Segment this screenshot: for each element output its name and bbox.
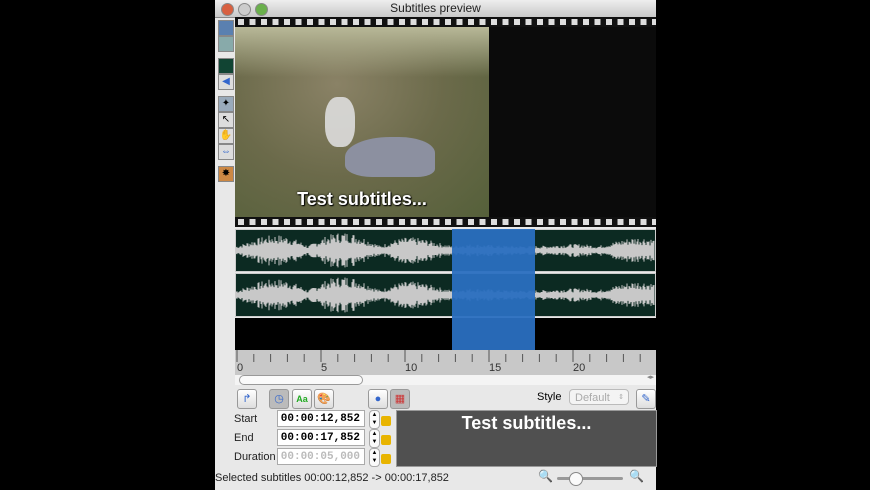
subtitles-preview-window: Subtitles preview ◀ ✦ ↖ ✋ ⇔ ✸ Test subti… (215, 0, 657, 490)
waveform-icon[interactable] (218, 58, 234, 74)
start-time-field[interactable]: 00:00:12,852 (277, 410, 365, 427)
ruler-tick: 5 (321, 362, 328, 374)
video-subtitle: Test subtitles... (297, 189, 427, 209)
time-ruler[interactable]: 0 5 10 15 20 (235, 350, 656, 375)
start-label: Start (234, 413, 258, 425)
zoom-button[interactable] (255, 3, 268, 16)
timing-tab-icon[interactable]: ◷ (269, 389, 289, 409)
film-strip-bottom (235, 217, 656, 227)
ruler-tick: 20 (573, 362, 586, 374)
selection-region[interactable] (452, 229, 535, 350)
end-stepper[interactable]: ▲ ▼ (369, 429, 380, 448)
magic-wand-icon[interactable]: ✦ (218, 96, 234, 112)
start-lock-icon[interactable] (381, 416, 391, 426)
subtitle-preview-box[interactable]: Test subtitles... (396, 410, 657, 467)
start-stepper[interactable]: ▲ ▼ (369, 410, 380, 429)
palette-tab-icon[interactable]: 🎨 (314, 389, 334, 409)
scrollbar-thumb[interactable] (239, 375, 363, 385)
window-title: Subtitles preview (390, 1, 481, 15)
subtitle-track[interactable] (235, 318, 656, 350)
preview-text: Test subtitles... (461, 413, 592, 433)
waveform-right-channel[interactable] (235, 273, 656, 317)
style-select-value: Default (575, 392, 610, 404)
ruler-tick: 0 (237, 362, 244, 374)
globe-button[interactable]: ● (368, 389, 388, 409)
waveform-left-channel[interactable] (235, 229, 656, 272)
ruler-tick: 10 (405, 362, 418, 374)
end-time-field[interactable]: 00:00:17,852 (277, 429, 365, 446)
zoom-out-icon[interactable]: 🔍 (538, 469, 553, 483)
duration-lock-icon[interactable] (381, 454, 391, 464)
close-button[interactable] (221, 3, 234, 16)
speaker-icon[interactable]: ◀ (218, 74, 234, 90)
video-area: Test subtitles... (235, 27, 656, 217)
end-lock-icon[interactable] (381, 435, 391, 445)
zoom-slider[interactable] (557, 472, 623, 486)
title-bar: Subtitles preview (215, 0, 656, 18)
film-strip-top (235, 17, 656, 27)
edit-pencil-button[interactable]: ✎ (636, 389, 656, 409)
duration-label: Duration (234, 451, 276, 463)
video-small-icon[interactable] (218, 36, 234, 52)
style-label: Style (537, 391, 562, 403)
resize-arrows-icon[interactable]: ⇔ (218, 144, 234, 160)
font-tab-icon[interactable]: Aa (292, 389, 312, 409)
jump-button[interactable]: ↱ (237, 389, 257, 409)
ruler-tick: 15 (489, 362, 502, 374)
scroll-arrows-icon[interactable]: ◂▸ (647, 373, 654, 381)
effects-icon[interactable]: ✸ (218, 166, 234, 182)
hand-icon[interactable]: ✋ (218, 128, 234, 144)
layout-button[interactable]: ▦ (390, 389, 410, 409)
pointer-icon[interactable]: ↖ (218, 112, 234, 128)
horizontal-scrollbar[interactable]: ◂▸ (235, 373, 656, 385)
end-label: End (234, 432, 254, 444)
video-large-icon[interactable] (218, 20, 234, 36)
duration-stepper[interactable]: ▲ ▼ (369, 448, 380, 467)
style-select[interactable]: Default ⇕ (569, 389, 629, 405)
zoom-slider-thumb[interactable] (569, 472, 583, 486)
minimize-button[interactable] (238, 3, 251, 16)
status-text: Selected subtitles 00:00:12,852 -> 00:00… (215, 472, 449, 484)
zoom-in-icon[interactable]: 🔍 (629, 469, 644, 483)
duration-field[interactable]: 00:00:05,000 (277, 448, 365, 465)
video-frame: Test subtitles... (235, 27, 489, 217)
